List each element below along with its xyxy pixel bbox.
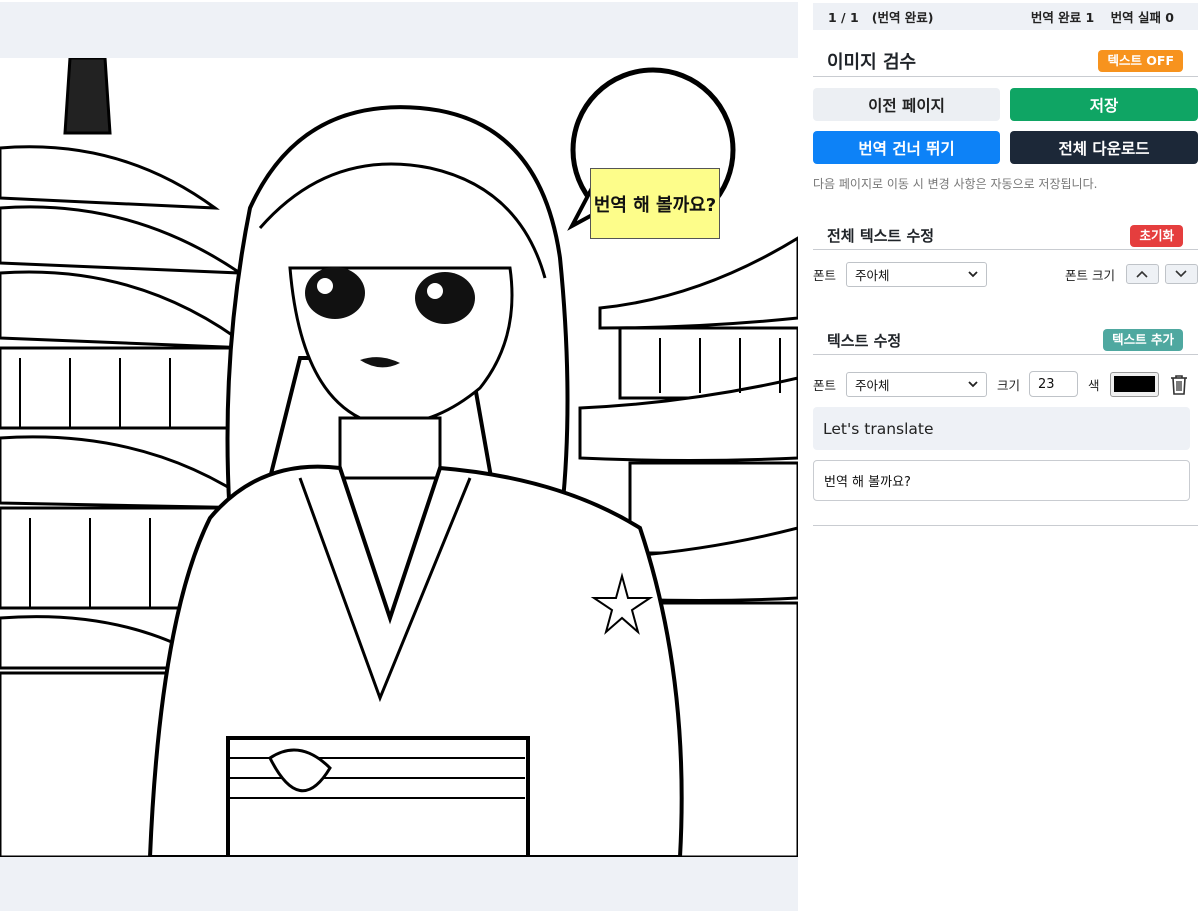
text-style-row: 폰트 주아체 크기 23 색 [813, 371, 1198, 397]
bubble-translated-text[interactable]: 번역 해 볼까요? [590, 168, 720, 239]
image-canvas-area: 번역 해 볼까요? [0, 0, 798, 911]
translation-counts: 번역 완료 1 번역 실패 0 [1031, 7, 1174, 26]
prev-page-button[interactable]: 이전 페이지 [813, 88, 1000, 121]
delete-text-button[interactable] [1169, 373, 1189, 395]
reset-button[interactable]: 초기화 [1130, 224, 1183, 247]
all-font-value: 주아체 [855, 267, 890, 283]
page-state: (번역 완료) [871, 10, 934, 25]
translation-review-app: 번역 해 볼까요? 1 / 1 (번역 완료) 번역 완료 1 번역 실패 0 … [0, 0, 1198, 911]
all-font-label: 폰트 [813, 267, 837, 283]
save-button[interactable]: 저장 [1010, 88, 1198, 121]
page-counter: 1 / 1 [828, 10, 859, 25]
all-font-select[interactable]: 주아체 [846, 261, 987, 287]
all-text-title: 전체 텍스트 수정 [827, 227, 935, 245]
font-size-down-button[interactable] [1164, 264, 1198, 284]
skip-translation-button[interactable]: 번역 건너 뛰기 [813, 131, 1000, 164]
translated-text-input[interactable]: 번역 해 볼까요? [813, 460, 1190, 501]
font-size-label: 폰트 크기 [1065, 267, 1115, 283]
text-toggle-button[interactable]: 텍스트 OFF [1098, 49, 1183, 72]
all-text-header: 전체 텍스트 수정 초기화 [813, 222, 1198, 250]
review-header: 이미지 검수 텍스트 OFF [813, 45, 1198, 77]
original-text: Let's translate [813, 407, 1190, 450]
font-size-up-button[interactable] [1125, 264, 1159, 284]
download-all-button[interactable]: 전체 다운로드 [1010, 131, 1198, 164]
review-panel: 1 / 1 (번역 완료) 번역 완료 1 번역 실패 0 이미지 검수 텍스트… [798, 0, 1198, 911]
size-label: 크기 [997, 377, 1021, 393]
font-value: 주아체 [855, 377, 890, 393]
chevron-down-icon [968, 378, 978, 391]
section-divider [813, 525, 1198, 526]
progress-status-bar: 1 / 1 (번역 완료) 번역 완료 1 번역 실패 0 [813, 3, 1198, 30]
chevron-down-icon [1175, 270, 1188, 278]
add-text-button[interactable]: 텍스트 추가 [1103, 329, 1183, 351]
all-text-font-row: 폰트 주아체 폰트 크기 [813, 261, 1198, 287]
manga-page-image: 번역 해 볼까요? [0, 58, 798, 857]
chevron-up-icon [1136, 270, 1149, 278]
color-swatch [1113, 376, 1155, 392]
font-label: 폰트 [813, 377, 837, 393]
chevron-down-icon [968, 268, 978, 281]
autosave-hint: 다음 페이지로 이동 시 변경 사항은 자동으로 저장됩니다. [813, 177, 1098, 191]
text-edit-title: 텍스트 수정 [827, 331, 902, 350]
review-title: 이미지 검수 [827, 51, 917, 73]
canvas-top-border [0, 0, 798, 2]
text-edit-header: 텍스트 수정 텍스트 추가 [813, 326, 1198, 355]
size-value: 23 [1038, 376, 1055, 392]
failed-count: 번역 실패 0 [1110, 10, 1174, 25]
trash-icon [1170, 374, 1187, 395]
page-status: 1 / 1 (번역 완료) [828, 7, 934, 26]
color-picker[interactable] [1109, 371, 1159, 397]
size-input[interactable]: 23 [1029, 371, 1079, 397]
font-select[interactable]: 주아체 [846, 371, 987, 397]
done-count: 번역 완료 1 [1030, 10, 1095, 25]
color-label: 색 [1088, 377, 1100, 393]
